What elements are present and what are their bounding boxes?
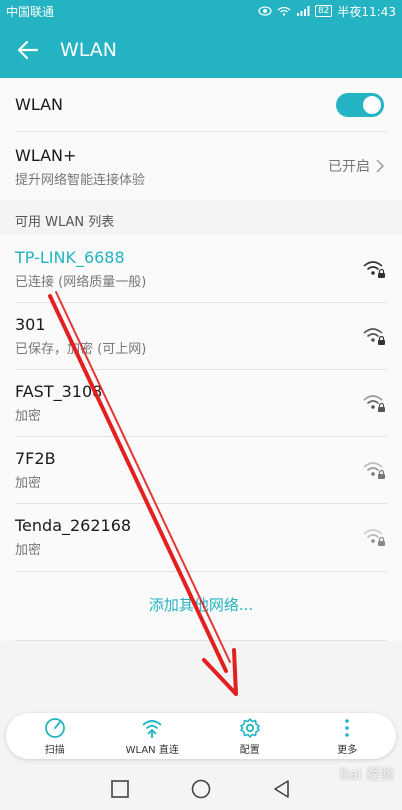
scan-button[interactable]: 扫描 <box>6 713 104 759</box>
square-icon <box>111 780 130 798</box>
network-status: 加密 <box>15 476 42 491</box>
signal-icon <box>296 6 310 16</box>
wlan-plus-status: 已开启 <box>328 156 384 176</box>
list-item[interactable]: TP-LINK_6688 已连接 (网络质量一般) <box>0 236 402 302</box>
divider <box>15 571 387 572</box>
wlan-plus-status-label: 已开启 <box>328 159 370 175</box>
home-button[interactable] <box>187 775 215 803</box>
wifi-direct-icon <box>142 719 162 738</box>
wifi-lock-icon <box>363 529 385 546</box>
network-ssid: Tenda_262168 <box>15 516 132 535</box>
list-item[interactable]: Tenda_262168 加密 <box>0 504 402 570</box>
wifi-lock-icon <box>363 462 385 479</box>
list-item[interactable]: 301 已保存，加密 (可上网) <box>0 303 402 369</box>
recents-button[interactable] <box>106 775 134 803</box>
arrow-left-icon <box>17 40 39 60</box>
divider <box>15 640 387 641</box>
network-ssid: 7F2B <box>15 449 56 468</box>
watermark: Bai 经验 <box>339 767 394 783</box>
scan-label: 扫描 <box>44 744 65 756</box>
circle-icon <box>191 779 211 799</box>
page-title: WLAN <box>60 39 118 61</box>
wifi-direct-label: WLAN 直连 <box>125 744 179 756</box>
more-button[interactable]: 更多 <box>299 713 397 759</box>
bottom-action-bar: 扫描 WLAN 直连 配置 更多 <box>6 713 396 759</box>
wifi-direct-button[interactable]: WLAN 直连 <box>104 713 202 759</box>
app-bar: WLAN <box>0 22 402 78</box>
more-label: 更多 <box>337 744 358 756</box>
add-other-network-link[interactable]: 添加其他网络... <box>0 594 402 615</box>
wifi-status-icon <box>277 6 291 16</box>
wlan-switch[interactable] <box>336 93 384 117</box>
network-status: 已保存，加密 (可上网) <box>15 342 147 357</box>
chevron-right-icon <box>376 159 384 173</box>
network-ssid: TP-LINK_6688 <box>15 248 125 267</box>
list-item[interactable]: 7F2B 加密 <box>0 437 402 503</box>
scan-icon <box>44 717 65 738</box>
back-button[interactable] <box>0 22 56 78</box>
switch-knob <box>363 96 381 114</box>
config-label: 配置 <box>239 744 260 756</box>
back-nav-button[interactable] <box>268 775 296 803</box>
network-status: 加密 <box>15 543 42 558</box>
status-bar: 中国联通 82 半夜11:43 <box>0 0 402 22</box>
list-item[interactable]: FAST_3108 加密 <box>0 370 402 436</box>
triangle-back-icon <box>273 780 289 798</box>
carrier-label: 中国联通 <box>6 4 55 19</box>
wifi-lock-icon <box>363 328 385 345</box>
clock: 半夜11:43 <box>337 4 396 19</box>
eye-icon <box>258 6 272 16</box>
more-icon <box>345 718 350 737</box>
network-status: 加密 <box>15 409 42 424</box>
gear-icon <box>239 717 260 738</box>
network-status: 已连接 (网络质量一般) <box>15 275 147 290</box>
wifi-lock-icon <box>363 261 385 278</box>
config-button[interactable]: 配置 <box>201 713 299 759</box>
network-ssid: 301 <box>15 315 46 334</box>
wifi-lock-icon <box>363 395 385 412</box>
list-header: 可用 WLAN 列表 <box>15 215 115 230</box>
battery-indicator: 82 <box>314 5 333 17</box>
network-ssid: FAST_3108 <box>15 382 103 401</box>
divider <box>15 131 387 132</box>
